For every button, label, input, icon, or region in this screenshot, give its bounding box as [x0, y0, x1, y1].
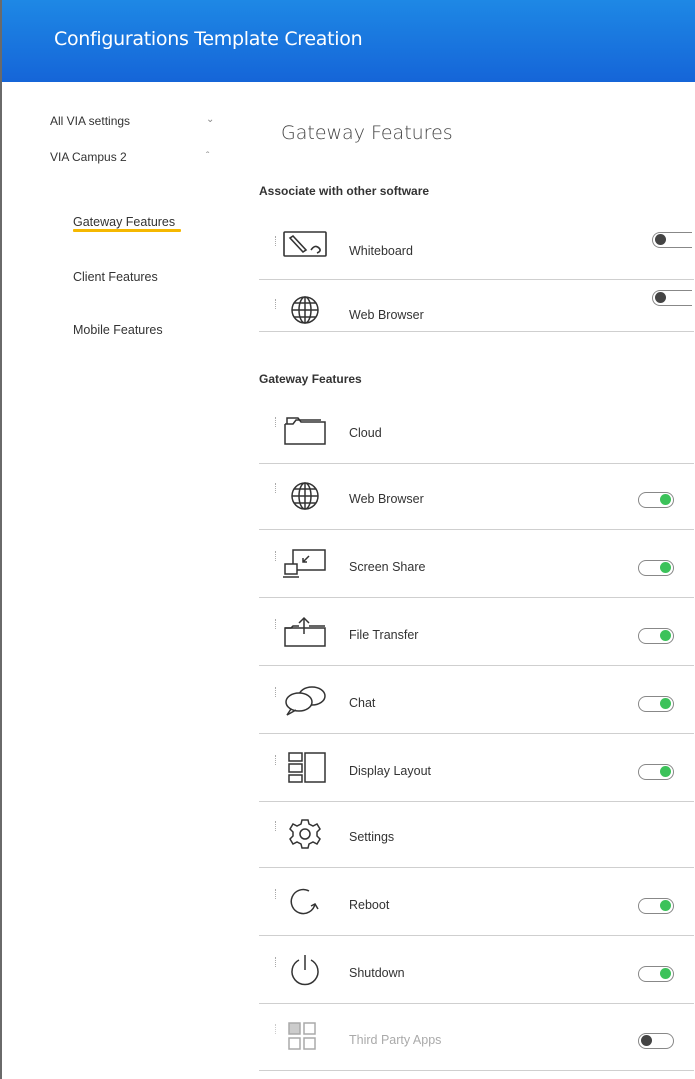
screen-share-icon — [281, 546, 329, 582]
feature-label: File Transfer — [349, 628, 419, 642]
section-title-associate: Associate with other software — [259, 184, 430, 198]
feature-label: Settings — [349, 830, 395, 844]
drag-handle-icon[interactable] — [275, 1024, 278, 1034]
feature-label: Cloud — [349, 426, 382, 440]
sidebar-group-label: All VIA settings — [50, 114, 131, 128]
file-transfer-icon — [281, 614, 329, 650]
feature-row-reboot[interactable]: Reboot — [259, 870, 694, 936]
feature-row-whiteboard[interactable]: Whiteboard — [259, 214, 694, 280]
globe-icon — [281, 294, 329, 330]
feature-label: Display Layout — [349, 764, 431, 778]
feature-row-third-party-apps[interactable]: Third Party Apps — [259, 1005, 694, 1071]
sidebar-item-gateway-features[interactable]: Gateway Features — [73, 215, 175, 229]
row-divider — [259, 867, 694, 868]
chevron-up-icon[interactable]: ˆ — [206, 151, 209, 162]
feature-label: Reboot — [349, 898, 390, 912]
screen-share-toggle[interactable] — [638, 560, 674, 576]
reboot-toggle[interactable] — [638, 898, 674, 914]
chat-toggle[interactable] — [638, 696, 674, 712]
drag-handle-icon[interactable] — [275, 821, 278, 831]
feature-label: Screen Share — [349, 560, 426, 574]
page-header-title: Configurations Template Creation — [54, 28, 363, 50]
whiteboard-toggle[interactable] — [652, 232, 692, 248]
sidebar-group-label: VIA Campus 2 — [50, 150, 127, 164]
row-divider — [259, 1070, 694, 1071]
display-layout-toggle[interactable] — [638, 764, 674, 780]
drag-handle-icon[interactable] — [275, 687, 278, 697]
sidebar-item-client-features[interactable]: Client Features — [73, 270, 158, 284]
whiteboard-icon — [281, 228, 329, 264]
drag-handle-icon[interactable] — [275, 755, 278, 765]
drag-handle-icon[interactable] — [275, 889, 278, 899]
file-transfer-toggle[interactable] — [638, 628, 674, 644]
row-divider — [259, 733, 694, 734]
row-divider — [259, 665, 694, 666]
folder-icon — [281, 412, 329, 448]
row-divider — [259, 1003, 694, 1004]
active-item-underline — [73, 229, 181, 232]
drag-handle-icon[interactable] — [275, 299, 278, 309]
gear-icon — [281, 816, 329, 852]
feature-row-display-layout[interactable]: Display Layout — [259, 736, 694, 802]
drag-handle-icon[interactable] — [275, 551, 278, 561]
feature-label: Third Party Apps — [349, 1033, 442, 1047]
sidebar-item-mobile-features[interactable]: Mobile Features — [73, 323, 163, 337]
feature-label: Shutdown — [349, 966, 405, 980]
reboot-icon — [281, 884, 329, 920]
section-title-gateway: Gateway Features — [259, 372, 362, 386]
globe-icon — [281, 478, 329, 514]
shutdown-toggle[interactable] — [638, 966, 674, 982]
chevron-down-icon[interactable]: ⌄ — [206, 114, 214, 125]
feature-row-web-browser[interactable]: Web Browser — [259, 464, 694, 530]
feature-row-cloud[interactable]: Cloud — [259, 398, 694, 464]
feature-row-chat[interactable]: Chat — [259, 668, 694, 734]
page-title: Gateway Features — [281, 122, 453, 144]
drag-handle-icon[interactable] — [275, 236, 278, 246]
web-browser-toggle[interactable] — [638, 492, 674, 508]
sidebar-group-all-via-settings[interactable]: All VIA settings — [50, 114, 130, 128]
row-divider — [259, 331, 694, 332]
feature-label: Chat — [349, 696, 376, 710]
feature-row-settings[interactable]: Settings — [259, 802, 694, 868]
drag-handle-icon[interactable] — [275, 417, 278, 427]
drag-handle-icon[interactable] — [275, 483, 278, 493]
chat-icon — [281, 682, 329, 718]
feature-label: Web Browser — [349, 308, 424, 322]
feature-label: Web Browser — [349, 492, 424, 506]
row-divider — [259, 935, 694, 936]
feature-row-web-browser-associate[interactable]: Web Browser — [259, 280, 694, 346]
feature-row-shutdown[interactable]: Shutdown — [259, 938, 694, 1004]
feature-label: Whiteboard — [349, 244, 413, 258]
sidebar-group-via-campus-2[interactable]: VIA Campus 2 — [50, 150, 127, 164]
header-bar: Configurations Template Creation — [2, 0, 695, 82]
power-icon — [281, 952, 329, 988]
drag-handle-icon[interactable] — [275, 619, 278, 629]
feature-row-screen-share[interactable]: Screen Share — [259, 532, 694, 598]
row-divider — [259, 529, 694, 530]
display-layout-icon — [281, 750, 329, 786]
row-divider — [259, 597, 694, 598]
web-browser-associate-toggle[interactable] — [652, 290, 692, 306]
drag-handle-icon[interactable] — [275, 957, 278, 967]
apps-grid-icon — [281, 1019, 329, 1055]
feature-row-file-transfer[interactable]: File Transfer — [259, 600, 694, 666]
third-party-apps-toggle[interactable] — [638, 1033, 674, 1049]
